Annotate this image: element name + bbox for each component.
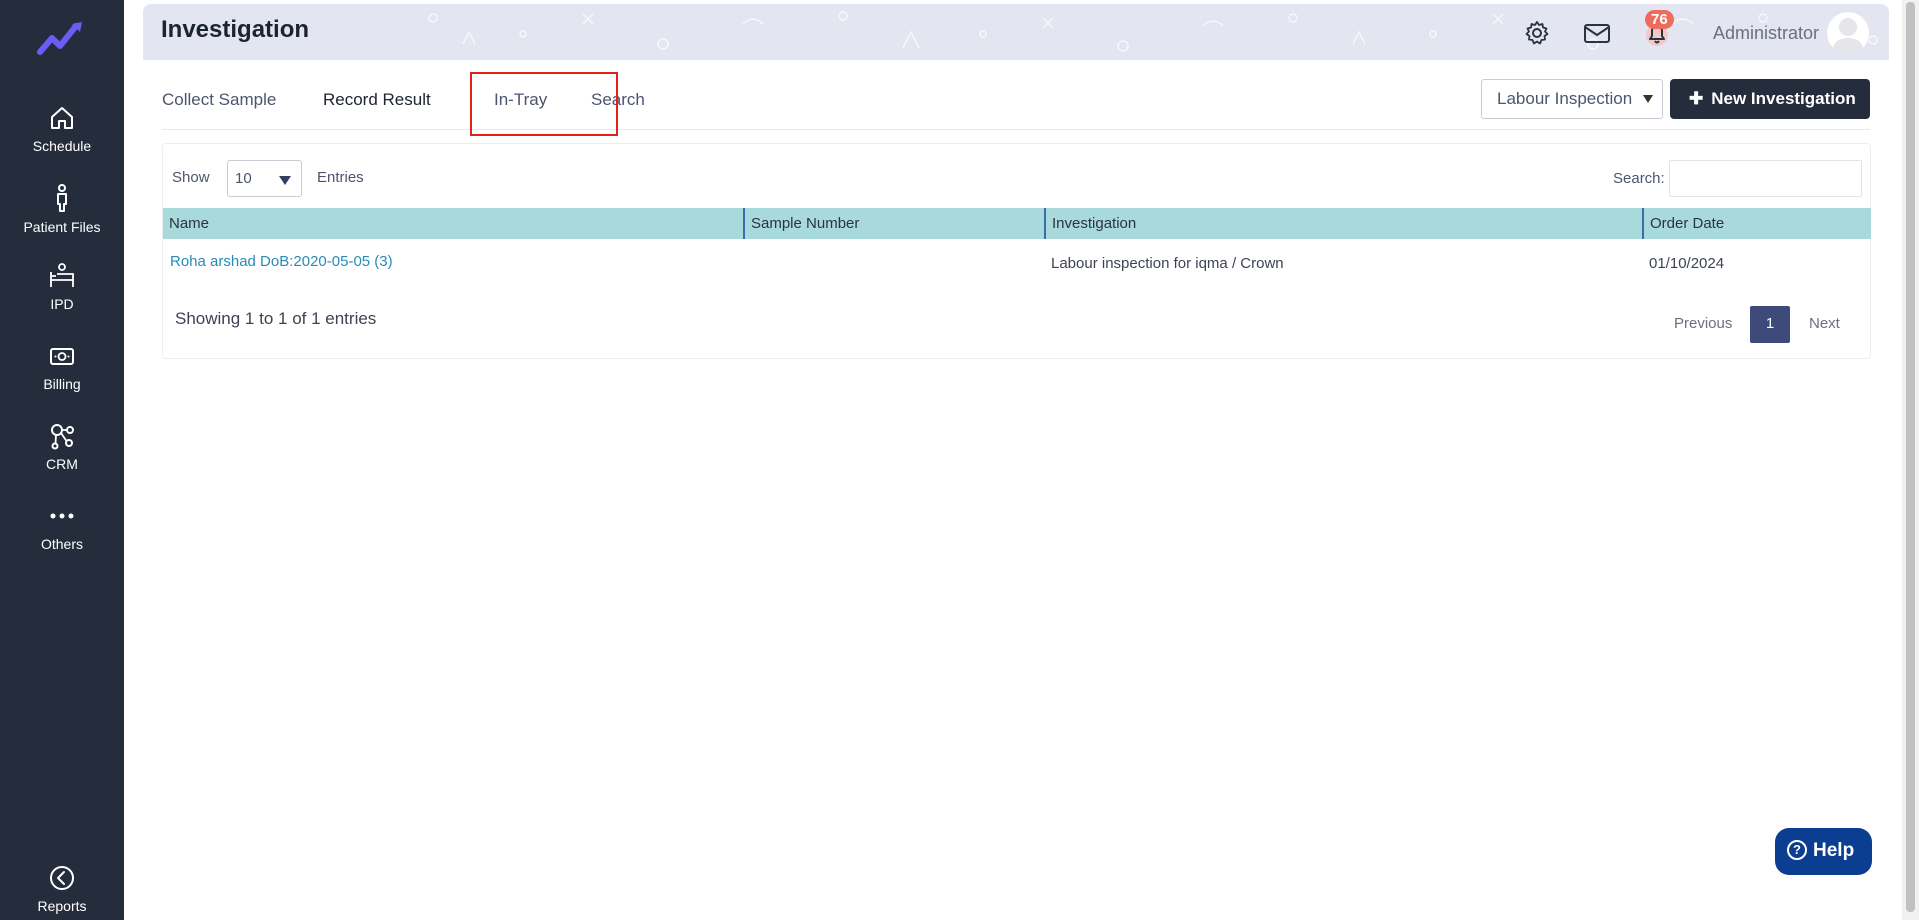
help-button[interactable]: ? Help [1775, 828, 1872, 875]
new-investigation-label: New Investigation [1711, 89, 1856, 108]
user-name[interactable]: Administrator [1713, 23, 1819, 44]
header-bar: Investigation 76 Administrator [143, 4, 1889, 60]
sidebar-item-billing[interactable]: Billing [0, 342, 124, 393]
network-icon [51, 424, 74, 450]
scrollbar-thumb[interactable] [1906, 2, 1915, 912]
investigation-table-card: Show 10 Entries Search: Name Sample Numb… [162, 143, 1871, 359]
sidebar-item-others[interactable]: Others [0, 502, 124, 553]
investigation-cell: Labour inspection for iqma / Crown [1051, 255, 1284, 272]
sidebar-item-label: Patient Files [23, 219, 101, 235]
caret-down-icon [1643, 95, 1653, 103]
sidebar-item-patient-files[interactable]: Patient Files [0, 183, 124, 236]
column-header-sample-number[interactable]: Sample Number [743, 208, 1044, 239]
entries-summary: Showing 1 to 1 of 1 entries [175, 309, 377, 328]
money-icon [50, 348, 74, 365]
mail-icon[interactable] [1583, 19, 1611, 47]
help-label: Help [1813, 840, 1855, 861]
bed-icon [50, 263, 74, 287]
investigation-type-value: Labour Inspection [1497, 89, 1633, 108]
sidebar-item-ipd[interactable]: IPD [0, 262, 124, 313]
sidebar-item-label: CRM [46, 456, 78, 472]
question-icon: ? [1787, 840, 1807, 860]
tab-collect-sample[interactable]: Collect Sample [162, 90, 276, 110]
entries-label: Entries [317, 169, 364, 186]
person-icon [57, 184, 67, 212]
sidebar: Schedule Patient Files IPD Billing CRM O… [0, 0, 124, 920]
sidebar-item-label: IPD [50, 296, 74, 312]
sidebar-item-label: Others [40, 536, 83, 552]
sidebar-item-schedule[interactable]: Schedule [0, 104, 124, 155]
avatar[interactable] [1827, 12, 1869, 54]
investigation-type-select[interactable]: Labour Inspection [1481, 79, 1663, 119]
page-size-select[interactable]: 10 [227, 160, 302, 197]
page-title: Investigation [161, 16, 310, 43]
triangle-down-icon [279, 176, 291, 185]
show-label: Show [172, 169, 210, 186]
sidebar-item-label: Billing [43, 376, 81, 392]
sidebar-item-label: Schedule [32, 138, 92, 154]
main-panel: Investigation 76 Administrator Collect S… [143, 0, 1889, 920]
notification-badge: 76 [1645, 10, 1674, 29]
sidebar-item-crm[interactable]: CRM [0, 422, 124, 473]
user-silhouette-icon [1832, 18, 1864, 54]
home-icon [51, 107, 73, 129]
active-tab-outline [470, 72, 618, 136]
previous-page-button[interactable]: Previous [1674, 315, 1732, 332]
column-header-name[interactable]: Name [163, 208, 743, 239]
page-size-value: 10 [235, 170, 252, 187]
more-icon [50, 513, 74, 519]
chart-icon [50, 866, 74, 890]
column-header-investigation[interactable]: Investigation [1044, 208, 1642, 239]
celebration-pattern [428, 11, 1878, 52]
table-header: Name Sample Number Investigation Order D… [163, 208, 1871, 239]
sidebar-item-label: Reports [37, 898, 87, 914]
column-header-order-date[interactable]: Order Date [1642, 208, 1871, 239]
tab-record-result[interactable]: Record Result [323, 90, 431, 110]
new-investigation-button[interactable]: ✚ New Investigation [1670, 79, 1870, 119]
gear-icon[interactable] [1523, 19, 1551, 47]
logo-icon [37, 22, 82, 55]
search-input[interactable] [1669, 160, 1862, 197]
patient-name-link[interactable]: Roha arshad DoB:2020-05-05 (3) [170, 253, 393, 270]
sidebar-item-reports[interactable]: Reports [0, 864, 124, 915]
next-page-button[interactable]: Next [1809, 315, 1840, 332]
search-label: Search: [1613, 170, 1665, 187]
page-1-button[interactable]: 1 [1750, 306, 1790, 343]
plus-icon: ✚ [1689, 89, 1704, 108]
order-date-cell: 01/10/2024 [1649, 255, 1725, 272]
